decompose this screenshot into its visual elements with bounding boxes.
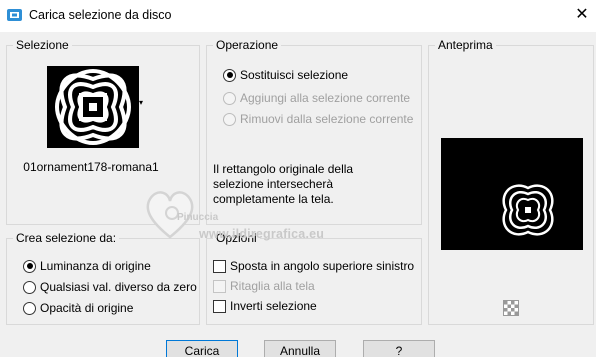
radio-replace-selection[interactable]: Sostituisci selezione [223,66,348,84]
radio-source-opacity[interactable]: Opacità di origine [23,299,133,317]
checkbox-invert-selection[interactable]: Inverti selezione [213,297,317,315]
create-selection-legend: Crea selezione da: [13,231,120,246]
thumbnail-dropdown-arrow-icon[interactable]: ▾ [139,99,143,107]
load-button[interactable]: Carica [166,340,238,357]
info-line: completamente la tela. [213,192,334,206]
radio-any-nonzero[interactable]: Qualsiasi val. diverso da zero [23,278,197,296]
checkbox-move-top-left[interactable]: Sposta in angolo superiore sinistro [213,257,414,275]
help-button[interactable]: ? [363,340,435,357]
preview-ornament-image [502,184,554,236]
radio-add-to-selection: Aggiungi alla selezione corrente [223,89,410,107]
checkbox [213,279,226,293]
checkbox[interactable] [213,259,226,273]
operation-info-text: Il rettangolo originale della selezione … [213,162,413,207]
operation-legend: Operazione [213,38,282,53]
title-bar: Carica selezione da disco ✕ [0,0,596,32]
radio-button-checked[interactable] [223,68,236,82]
ornament-image [47,66,139,148]
radio-remove-from-selection: Rimuovi dalla selezione corrente [223,110,413,128]
radio-label: Opacità di origine [40,301,134,315]
checkerboard-pattern [504,301,518,315]
selection-thumbnail[interactable] [47,66,139,148]
preview-group: Anteprima [428,38,594,325]
radio-label: Sostituisci selezione [240,68,349,82]
radio-button [223,112,236,126]
preview-canvas [441,138,583,250]
checkerboard-icon[interactable] [503,300,519,316]
selection-file-name: 01ornament178-romana1 [23,160,159,174]
checkbox-label: Ritaglia alla tela [230,279,315,293]
selection-legend: Selezione [13,38,72,53]
create-selection-group: Crea selezione da: Luminanza di origine … [6,231,200,325]
checkbox-clip-to-canvas: Ritaglia alla tela [213,277,315,295]
preview-legend: Anteprima [435,38,496,53]
radio-button [223,91,236,105]
options-group: Opzioni Sposta in angolo superiore sinis… [206,231,422,325]
app-icon [7,9,22,21]
radio-label: Qualsiasi val. diverso da zero [40,280,197,294]
cancel-button[interactable]: Annulla [264,340,336,357]
info-line: Il rettangolo originale della [213,162,354,176]
radio-label: Luminanza di origine [40,259,151,273]
checkbox-label: Sposta in angolo superiore sinistro [230,259,415,273]
operation-group: Operazione Sostituisci selezione Aggiung… [206,38,422,225]
selection-group: Selezione ▾ 01ornament178-romana1 [6,38,200,225]
radio-source-luminance[interactable]: Luminanza di origine [23,257,151,275]
close-button[interactable]: ✕ [571,3,593,27]
radio-button[interactable] [23,301,36,315]
radio-button-checked[interactable] [23,259,36,273]
info-line: selezione intersecherà [213,177,334,191]
options-legend: Opzioni [213,231,260,246]
checkbox-label: Inverti selezione [230,299,317,313]
radio-label: Rimuovi dalla selezione corrente [240,112,414,126]
radio-label: Aggiungi alla selezione corrente [240,91,411,105]
checkbox[interactable] [213,299,226,313]
radio-button[interactable] [23,280,36,294]
window-title: Carica selezione da disco [29,8,172,22]
